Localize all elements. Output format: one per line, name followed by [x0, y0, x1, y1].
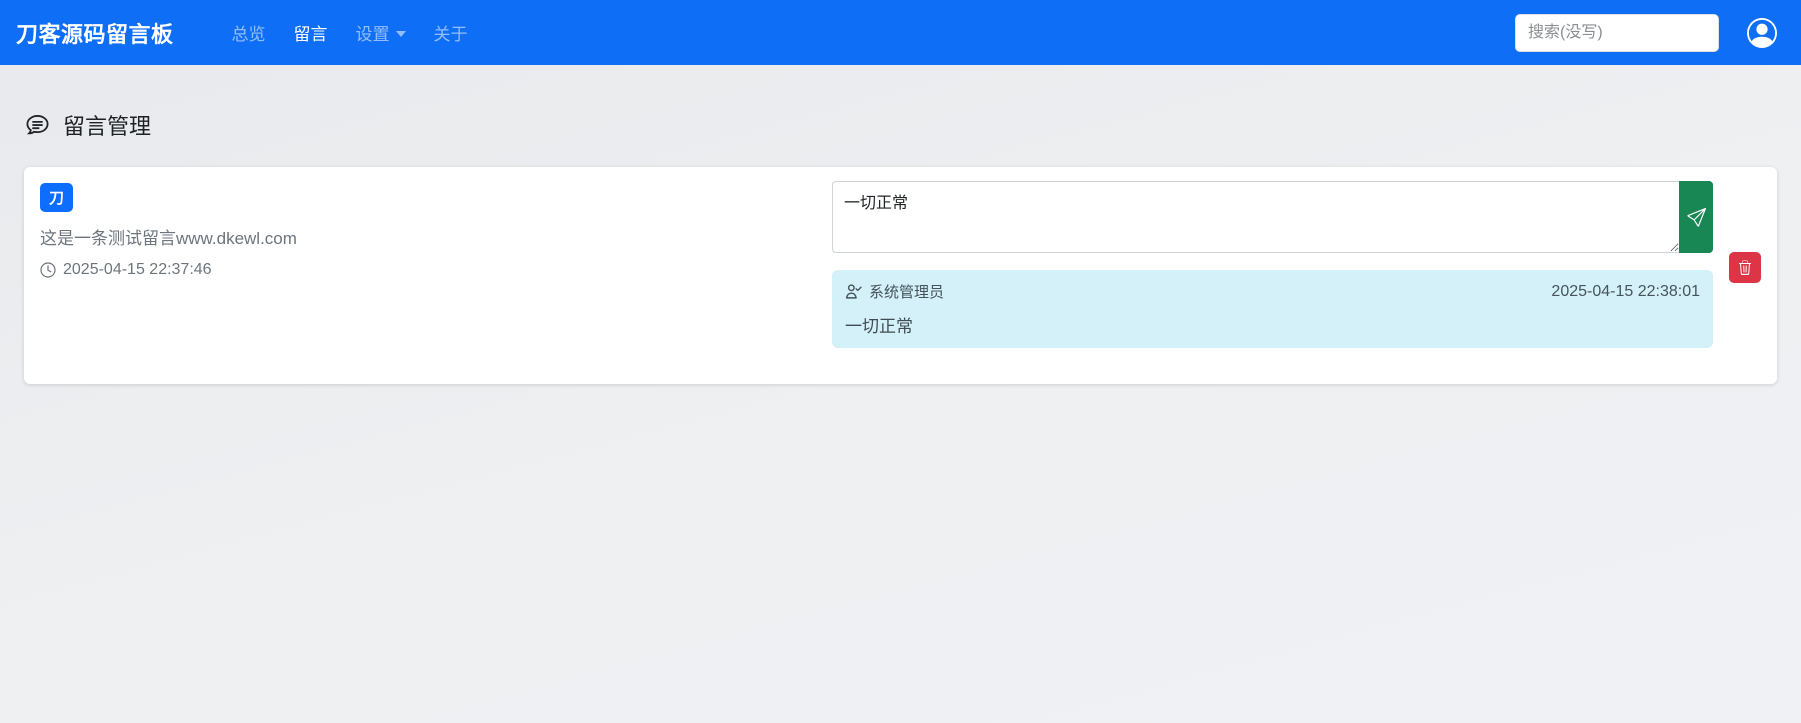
reply-textarea[interactable]: 一切正常 [832, 181, 1679, 253]
nav-item-about[interactable]: 关于 [424, 12, 478, 53]
page-heading: 留言管理 [0, 65, 1801, 167]
reply-author: 系统管理员 [869, 281, 944, 302]
person-check-icon [845, 283, 862, 300]
trash-icon [1737, 260, 1753, 276]
delete-message-button[interactable] [1729, 252, 1761, 283]
brand-title[interactable]: 刀客源码留言板 [16, 17, 174, 49]
nav-item-settings-dropdown[interactable]: 设置 [346, 12, 416, 53]
chevron-down-icon [396, 31, 406, 37]
nav-item-overview[interactable]: 总览 [222, 12, 276, 53]
nav-item-label: 留言 [294, 20, 328, 45]
chat-bubble-icon [24, 112, 51, 139]
page-title: 留言管理 [63, 109, 151, 141]
send-icon [1687, 208, 1706, 227]
message-timestamp-row: 2025-04-15 22:37:46 [40, 261, 832, 279]
message-card: 刀 这是一条测试留言www.dkewl.com 2025-04-15 22:37… [24, 167, 1777, 384]
existing-reply: 系统管理员 2025-04-15 22:38:01 一切正常 [832, 270, 1713, 348]
user-account-button[interactable] [1739, 18, 1785, 48]
main-nav: 总览 留言 设置 关于 [222, 12, 1507, 53]
nav-item-label: 关于 [434, 20, 468, 45]
reply-header: 系统管理员 2025-04-15 22:38:01 [845, 281, 1700, 302]
reply-input-group: 一切正常 [832, 181, 1713, 253]
message-content: 这是一条测试留言www.dkewl.com [40, 224, 832, 249]
reply-author-row: 系统管理员 [845, 281, 944, 302]
top-navbar: 刀客源码留言板 总览 留言 设置 关于 [0, 0, 1801, 65]
nav-item-label: 总览 [232, 20, 266, 45]
person-circle-icon [1747, 18, 1777, 48]
reply-timestamp: 2025-04-15 22:38:01 [1551, 283, 1700, 301]
delete-column [1729, 181, 1761, 283]
author-badge: 刀 [40, 183, 73, 212]
nav-item-messages[interactable]: 留言 [284, 12, 338, 53]
send-reply-button[interactable] [1679, 181, 1713, 253]
message-timestamp: 2025-04-15 22:37:46 [63, 261, 212, 279]
reply-content: 一切正常 [845, 312, 1700, 337]
reply-section: 一切正常 [832, 181, 1713, 348]
search-input[interactable] [1515, 14, 1719, 52]
nav-item-label: 设置 [356, 20, 390, 45]
message-info: 刀 这是一条测试留言www.dkewl.com 2025-04-15 22:37… [40, 181, 832, 279]
clock-icon [40, 262, 56, 278]
